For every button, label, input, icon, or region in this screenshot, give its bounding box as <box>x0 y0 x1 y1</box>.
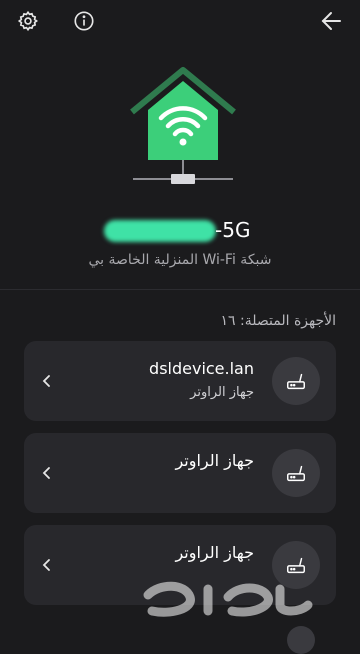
partial-device-avatar <box>287 626 315 654</box>
info-icon[interactable] <box>71 8 97 34</box>
device-card[interactable]: جهاز الراوتر <box>24 433 336 513</box>
network-illustration <box>0 64 360 194</box>
router-icon <box>272 357 320 405</box>
device-type: جهاز الراوتر <box>190 385 254 400</box>
device-card[interactable]: dsldevice.lan جهاز الراوتر <box>24 341 336 421</box>
chevron-left-icon <box>42 372 54 390</box>
network-subtitle: شبكة Wi-Fi المنزلية الخاصة بي <box>88 252 272 268</box>
chevron-left-icon <box>42 464 54 482</box>
divider <box>0 289 360 290</box>
device-name: جهاز الراوتر <box>175 543 254 562</box>
haraj-watermark-logo <box>130 575 330 625</box>
router-icon <box>272 449 320 497</box>
ssid-suffix: -5G <box>215 218 251 242</box>
ssid-redaction <box>104 220 216 242</box>
connected-devices-header: الأجهزة المتصلة: ١٦ <box>220 313 336 329</box>
device-name: dsldevice.lan <box>149 359 254 378</box>
top-bar <box>0 0 360 44</box>
wifi-house-icon <box>128 66 238 192</box>
device-name: جهاز الراوتر <box>175 451 254 470</box>
network-name: -5G <box>0 214 360 248</box>
gear-icon[interactable] <box>15 8 41 34</box>
chevron-left-icon <box>42 556 54 574</box>
back-arrow-icon[interactable] <box>318 8 344 34</box>
